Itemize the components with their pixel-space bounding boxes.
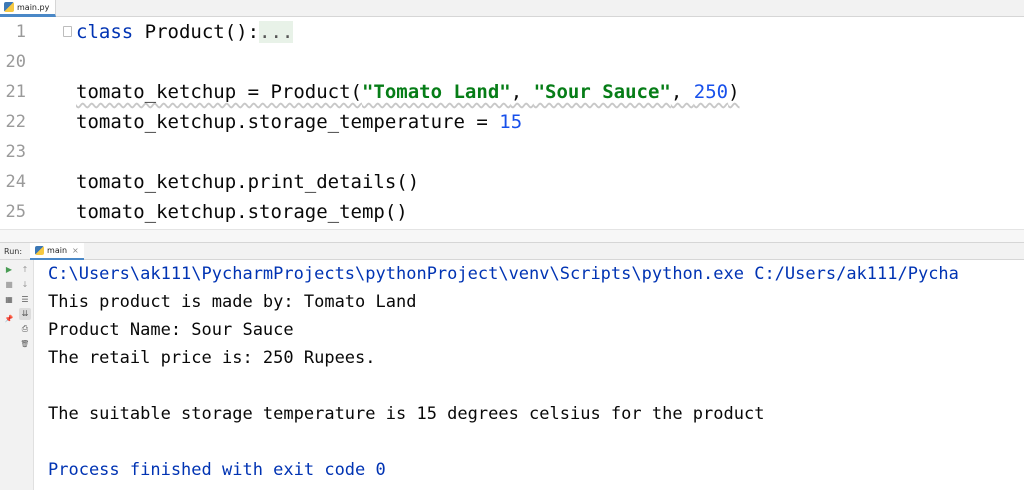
python-run-icon [35, 245, 45, 255]
code-line[interactable]: 1 class Product():... [0, 17, 1024, 47]
line-number: 21 [5, 82, 26, 102]
up-arrow-icon[interactable]: ↑ [19, 264, 31, 276]
fold-gutter [26, 137, 76, 167]
code-token: ) [728, 81, 740, 103]
code-token: tomato_ketchup.storage_temp() [76, 201, 408, 223]
line-number: 20 [5, 52, 26, 72]
console-output-line: The suitable storage temperature is 15 d… [48, 404, 765, 424]
run-toolbar: ▶ ■ ▦ 📌 ↑ ↓ ☰ ⇊ ⎙ 🗑 [0, 260, 34, 490]
run-title: Run: [4, 246, 23, 256]
fold-gutter [26, 17, 76, 47]
console-output-line: The retail price is: 250 Rupees. [48, 348, 376, 368]
tab-label: main.py [17, 2, 50, 12]
code-token: tomato_ketchup.storage_temperature = [76, 111, 500, 133]
code-token: tomato_ketchup.print_details() [76, 171, 420, 193]
code-token: , [670, 81, 694, 103]
close-icon[interactable]: × [72, 246, 79, 255]
code-line[interactable]: 24 tomato_ketchup.print_details() [0, 167, 1024, 197]
soft-wrap-icon[interactable]: ☰ [19, 294, 31, 306]
fold-expand-icon[interactable] [63, 26, 72, 37]
layout-icon[interactable]: ▦ [3, 294, 15, 306]
code-text: class Product():... [76, 21, 294, 43]
fold-gutter [26, 107, 76, 137]
editor-tab-bar: main.py [0, 0, 1024, 17]
fold-gutter [26, 77, 76, 107]
code-text: tomato_ketchup.print_details() [76, 171, 419, 193]
line-number: 24 [5, 172, 26, 192]
code-token: Product(): [133, 21, 260, 43]
code-text: tomato_ketchup.storage_temperature = 15 [76, 111, 522, 133]
rerun-icon[interactable]: ▶ [3, 264, 15, 276]
folded-code-placeholder[interactable]: ... [259, 21, 294, 43]
run-tab-label: main [47, 245, 68, 255]
trash-icon[interactable]: 🗑 [19, 338, 31, 350]
code-line[interactable]: 20 [0, 47, 1024, 77]
keyword-token: class [76, 21, 134, 43]
code-line[interactable]: 25 tomato_ketchup.storage_temp() [0, 197, 1024, 227]
python-file-icon [4, 2, 14, 12]
fold-gutter [26, 47, 76, 77]
console-command-line: C:\Users\ak111\PycharmProjects\pythonPro… [48, 264, 959, 284]
tab-main-py[interactable]: main.py [0, 0, 57, 17]
code-line[interactable]: 22 tomato_ketchup.storage_temperature = 1… [0, 107, 1024, 137]
print-icon[interactable]: ⎙ [19, 323, 31, 335]
pin-icon[interactable]: 📌 [3, 313, 15, 325]
run-console[interactable]: C:\Users\ak111\PycharmProjects\pythonPro… [34, 260, 1024, 490]
line-number: 22 [5, 112, 26, 132]
code-token: tomato_ketchup = Product( [76, 81, 362, 103]
run-tab-main[interactable]: main × [30, 242, 84, 260]
fold-gutter [26, 167, 76, 197]
editor-bottom-border [0, 229, 1024, 243]
number-token: 250 [693, 81, 729, 103]
code-text: tomato_ketchup.storage_temp() [76, 201, 408, 223]
string-token: "Sour Sauce" [533, 81, 671, 103]
line-number: 23 [5, 142, 26, 162]
code-editor[interactable]: 1 class Product():... 20 21 tomato_ketchup =… [0, 17, 1024, 229]
stop-icon[interactable]: ■ [3, 279, 15, 291]
line-number: 25 [5, 202, 26, 222]
number-token: 15 [499, 111, 523, 133]
line-number: 1 [15, 22, 26, 42]
code-line[interactable]: 23 [0, 137, 1024, 167]
console-output-line: Product Name: Sour Sauce [48, 320, 294, 340]
code-token: , [510, 81, 534, 103]
run-tool-window-header: Run: main × [0, 242, 1024, 260]
console-output-line: This product is made by: Tomato Land [48, 292, 417, 312]
down-arrow-icon[interactable]: ↓ [19, 279, 31, 291]
string-token: "Tomato Land" [361, 81, 511, 103]
console-exit-status: Process finished with exit code 0 [48, 460, 386, 480]
code-line[interactable]: 21 tomato_ketchup = Product("Tomato Land"… [0, 77, 1024, 107]
fold-gutter [26, 197, 76, 227]
scroll-to-end-icon[interactable]: ⇊ [19, 308, 31, 320]
code-text: tomato_ketchup = Product("Tomato Land", … [76, 81, 740, 103]
